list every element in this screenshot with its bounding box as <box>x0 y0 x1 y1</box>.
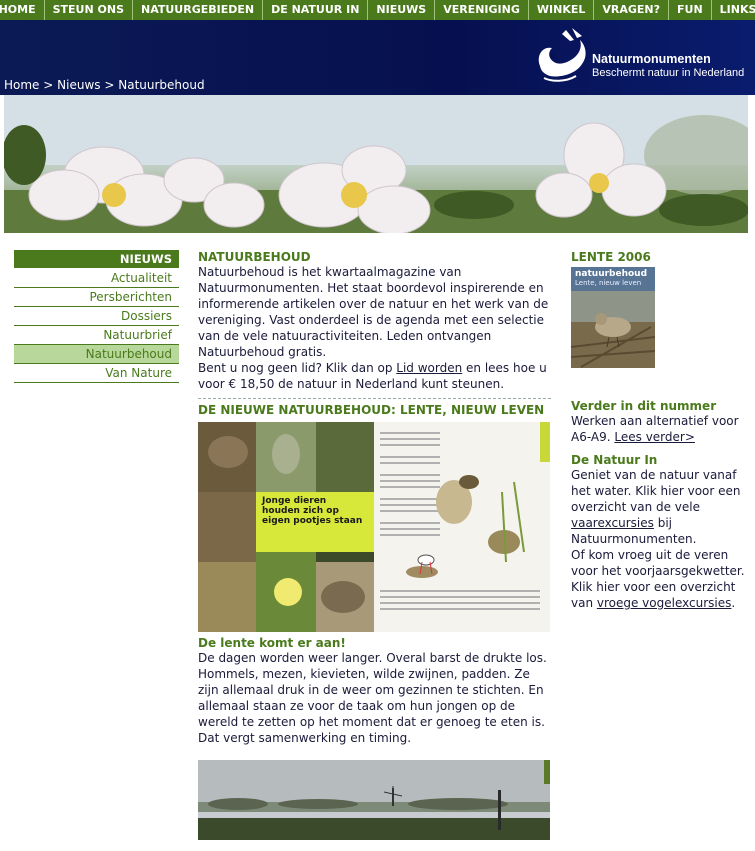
cover-subtitle: Lente, nieuw leven <box>575 279 642 287</box>
natuurmonumenten-logo[interactable]: Natuurmonumenten Beschermt natuur in Ned… <box>532 26 747 86</box>
nav-nieuws[interactable]: NIEUWS <box>368 0 436 20</box>
sidebar-item-persberichten[interactable]: Persberichten <box>14 288 179 307</box>
hero-banner-image <box>4 95 748 233</box>
vroege-vogelexcursies-link[interactable]: vroege vogelexcursies <box>597 596 732 610</box>
sidebar-item-natuurbehoud[interactable]: Natuurbehoud <box>14 345 179 364</box>
breadcrumb-separator: > <box>104 78 115 92</box>
nav-vragen[interactable]: VRAGEN? <box>594 0 670 20</box>
sidebar-navigation: NIEUWS Actualiteit Persberichten Dossier… <box>14 250 179 383</box>
spread-right-page <box>374 422 550 632</box>
lid-worden-link[interactable]: Lid worden <box>396 361 462 375</box>
cover-brand: natuurbehoud <box>575 269 648 279</box>
sidebar-item-dossiers[interactable]: Dossiers <box>14 307 179 326</box>
breadcrumb: Home > Nieuws > Natuurbehoud <box>4 78 205 92</box>
animal-collage-image <box>198 422 374 632</box>
top-navigation: HOME STEUN ONS NATUURGEBIEDEN DE NATUUR … <box>0 0 755 20</box>
breadcrumb-separator: > <box>43 78 54 92</box>
nav-links[interactable]: LINKS <box>712 0 755 20</box>
nav-steun-ons[interactable]: STEUN ONS <box>45 0 133 20</box>
breadcrumb-home[interactable]: Home <box>4 78 39 92</box>
site-header: Home > Nieuws > Natuurbehoud Natuurmonum… <box>0 20 755 95</box>
article-body: De dagen worden weer langer. Overal bars… <box>198 651 547 745</box>
nav-fun[interactable]: FUN <box>669 0 712 20</box>
natuur-in-heading: De Natuur In <box>571 453 658 467</box>
hero-flowers-image <box>4 95 748 233</box>
nav-home[interactable]: HOME <box>0 0 45 20</box>
natuur-text-4: . <box>731 596 736 610</box>
spread-left-page: Jonge dieren houden zich op eigen pootje… <box>198 422 374 632</box>
landscape-photo <box>198 760 550 840</box>
section-title: DE NIEUWE NATUURBEHOUD: LENTE, NIEUW LEV… <box>198 403 545 417</box>
sidebar-item-van-nature[interactable]: Van Nature <box>14 364 179 383</box>
magazine-spread-image[interactable]: Jonge dieren houden zich op eigen pootje… <box>198 422 550 632</box>
lees-verder-link[interactable]: Lees verder> <box>614 430 695 444</box>
birds-nests-illustration <box>380 422 550 610</box>
natuur-text-1: Geniet van de natuur vanaf het water. Kl… <box>571 468 741 514</box>
natuur-in-paragraph: Geniet van de natuur vanaf het water. Kl… <box>571 467 747 611</box>
sidebar-heading: NIEUWS <box>14 250 179 268</box>
main-content: NATUURBEHOUD Natuurbehoud is het kwartaa… <box>198 250 551 840</box>
right-sidebar: LENTE 2006 natuurbehoud Lente, nieuw lev… <box>571 250 747 611</box>
intro-paragraph: Natuurbehoud is het kwartaalmagazine van… <box>198 265 549 359</box>
article-heading: De lente komt er aan! <box>198 636 346 650</box>
vaarexcursies-link[interactable]: vaarexcursies <box>571 516 654 530</box>
logo-name: Natuurmonumenten <box>592 52 711 66</box>
sidebar-item-natuurbrief[interactable]: Natuurbrief <box>14 326 179 345</box>
spread-caption: Jonge dieren houden zich op eigen pootje… <box>262 496 363 526</box>
issue-title: LENTE 2006 <box>571 250 651 264</box>
membership-text: Bent u nog geen lid? Klik dan op <box>198 361 397 375</box>
magazine-cover-image[interactable]: natuurbehoud Lente, nieuw leven <box>571 267 655 368</box>
sidebar-item-actualiteit[interactable]: Actualiteit <box>14 269 179 288</box>
bird-logo-icon <box>538 28 586 82</box>
nav-winkel[interactable]: WINKEL <box>529 0 595 20</box>
logo-tagline: Beschermt natuur in Nederland <box>592 67 745 79</box>
more-paragraph: Werken aan alternatief voor A6-A9. Lees … <box>571 413 747 445</box>
more-heading: Verder in dit nummer <box>571 399 717 413</box>
nav-natuurgebieden[interactable]: NATUURGEBIEDEN <box>133 0 264 20</box>
section-divider <box>198 398 551 399</box>
nav-de-natuur-in[interactable]: DE NATUUR IN <box>263 0 369 20</box>
polder-landscape-image <box>198 760 550 840</box>
page-title: NATUURBEHOUD <box>198 250 311 264</box>
breadcrumb-current: Natuurbehoud <box>118 78 205 92</box>
nav-vereniging[interactable]: VERENIGING <box>435 0 529 20</box>
membership-paragraph: Bent u nog geen lid? Klik dan op Lid wor… <box>198 360 551 392</box>
breadcrumb-nieuws[interactable]: Nieuws <box>57 78 100 92</box>
